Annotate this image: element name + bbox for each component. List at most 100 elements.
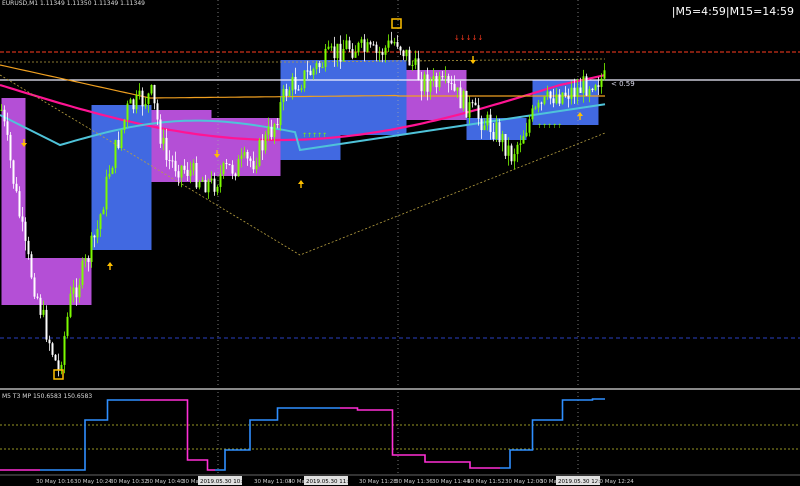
candle-body xyxy=(363,39,366,52)
candle-body xyxy=(126,103,129,120)
candle-body xyxy=(69,293,72,317)
candle xyxy=(414,50,417,70)
candle-body xyxy=(477,105,480,119)
candle-body xyxy=(447,76,450,83)
candle-body xyxy=(240,155,243,159)
candle xyxy=(120,129,123,151)
candle-body xyxy=(474,102,477,106)
candle xyxy=(39,294,42,319)
t3-segment xyxy=(520,419,545,451)
candle-body xyxy=(198,181,201,188)
time-axis: 30 May 10:16 30 May 10:2430 May 10:3230 M… xyxy=(0,474,800,486)
candle-body xyxy=(249,158,252,161)
price-chart[interactable]: ↓↓↓↓↓ ↑↑↑↑↑ ↑↑↑↑↑ 30 May 10:16 30 May 10:24… xyxy=(0,0,800,486)
candle-body xyxy=(90,235,93,262)
candle-body xyxy=(588,88,591,96)
candle-body xyxy=(180,165,183,178)
time-tick-label: 30 May 11:28 xyxy=(359,479,397,485)
candle-body xyxy=(366,42,369,52)
candle xyxy=(402,49,405,61)
candle-body xyxy=(423,74,426,92)
candle xyxy=(363,34,366,62)
candle-body xyxy=(483,125,486,131)
candle xyxy=(63,331,66,374)
candle-body xyxy=(159,119,162,144)
candle-body xyxy=(234,173,237,177)
candle-body xyxy=(417,58,420,80)
candle-body xyxy=(291,76,294,91)
candle-body xyxy=(162,137,165,144)
candle-body xyxy=(204,180,207,193)
t3-segment xyxy=(235,419,265,451)
candle-body xyxy=(150,84,153,94)
candle-body xyxy=(489,114,492,132)
candle-body xyxy=(522,136,525,144)
candle xyxy=(393,37,396,46)
candle-body xyxy=(66,316,69,336)
candle-body xyxy=(549,91,552,99)
t3-segment xyxy=(200,459,215,471)
candle-body xyxy=(6,121,9,135)
candle-body xyxy=(273,124,276,137)
candle-body xyxy=(177,171,180,178)
candle-body xyxy=(570,87,573,99)
candle xyxy=(528,114,531,137)
candle-body xyxy=(261,140,264,151)
candle-body xyxy=(168,159,171,161)
candle-body xyxy=(360,39,363,43)
candle-body xyxy=(252,160,255,170)
candle-body xyxy=(369,42,372,45)
candle-body xyxy=(348,40,351,50)
candle xyxy=(513,148,516,170)
candle-body xyxy=(285,88,288,96)
candle-body xyxy=(294,76,297,90)
candle-body xyxy=(186,169,189,177)
candle-body xyxy=(231,164,234,174)
candle-body xyxy=(78,284,81,298)
candle xyxy=(351,43,354,60)
candle-body xyxy=(594,85,597,91)
candle-body xyxy=(513,154,516,162)
candle-body xyxy=(42,309,45,315)
candle-body xyxy=(399,46,402,51)
candle xyxy=(138,83,141,100)
candle-body xyxy=(429,80,432,92)
candle xyxy=(360,36,363,48)
candle-body xyxy=(600,78,603,87)
candle-body xyxy=(276,124,279,126)
candle-body xyxy=(444,76,447,78)
candle xyxy=(378,46,381,62)
t3-segment xyxy=(410,454,440,463)
candle-body xyxy=(84,258,87,261)
candle-body xyxy=(63,335,66,365)
candle xyxy=(474,97,477,106)
candle-body xyxy=(108,173,111,177)
candle-body xyxy=(303,70,306,89)
candle-body xyxy=(321,67,324,69)
candle-body xyxy=(492,131,495,140)
candle xyxy=(405,49,408,61)
candle-body xyxy=(267,126,270,135)
candle-body xyxy=(564,92,567,96)
candle-body xyxy=(333,46,336,59)
candle-body xyxy=(279,102,282,126)
candle-body xyxy=(192,162,195,171)
t3-segment xyxy=(175,399,200,461)
candle-body xyxy=(471,102,474,104)
candle-body xyxy=(408,49,411,66)
candle-body xyxy=(534,107,537,109)
candle-body xyxy=(123,119,126,130)
candle xyxy=(366,38,369,53)
candle-body xyxy=(402,50,405,57)
candle xyxy=(153,84,156,110)
candle-body xyxy=(576,87,579,97)
candle xyxy=(348,36,351,53)
candle xyxy=(222,161,225,179)
candle-body xyxy=(24,221,27,241)
timeframe-timer: |M5=4:59|M15=14:59 xyxy=(671,5,794,18)
candle-body xyxy=(135,94,138,110)
candle-body xyxy=(528,119,531,133)
candle-body xyxy=(591,88,594,91)
candle-body xyxy=(309,70,312,75)
candle-body xyxy=(45,309,48,340)
